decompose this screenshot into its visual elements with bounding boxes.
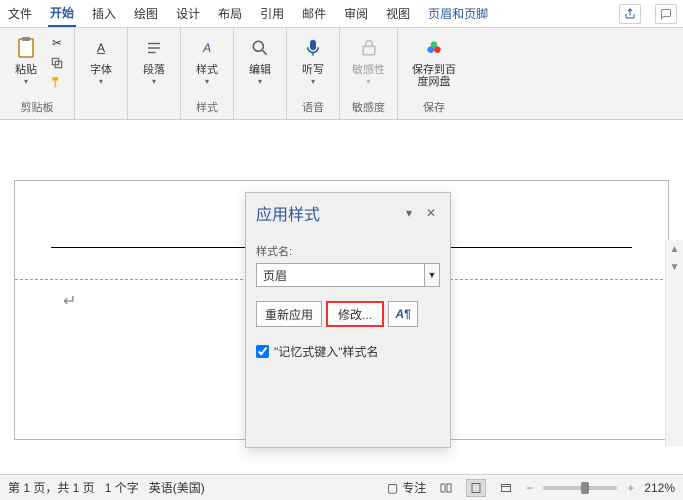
paste-button[interactable]: 粘贴 ▾ <box>8 32 44 88</box>
pane-title: 应用样式 <box>256 201 396 225</box>
autocomplete-checkbox[interactable] <box>256 345 269 358</box>
group-font: A 字体 ▾ <box>75 28 128 119</box>
group-sensitivity: 敏感性 ▾ 敏感度 <box>340 28 398 119</box>
style-name-dropdown[interactable]: ▼ <box>425 263 440 287</box>
tab-home[interactable]: 开始 <box>48 0 76 27</box>
zoom-in-button[interactable]: + <box>627 481 634 495</box>
apply-styles-pane: 应用样式 ▾ ✕ 样式名: ▼ 重新应用 修改... A¶ "记忆式键入"样式名 <box>245 192 451 448</box>
reapply-button[interactable]: 重新应用 <box>256 301 322 327</box>
modify-button[interactable]: 修改... <box>326 301 384 327</box>
status-bar: 第 1 页，共 1 页 1 个字 英语(美国) ▢专注 − + 212% <box>0 474 683 500</box>
tab-design[interactable]: 设计 <box>174 1 202 26</box>
tab-review[interactable]: 审阅 <box>342 1 370 26</box>
web-layout-button[interactable] <box>496 479 516 497</box>
paragraph-icon <box>140 34 168 62</box>
tab-mailings[interactable]: 邮件 <box>300 1 328 26</box>
zoom-out-button[interactable]: − <box>526 481 533 495</box>
word-count[interactable]: 1 个字 <box>105 479 139 496</box>
tab-header-footer[interactable]: 页眉和页脚 <box>426 1 490 26</box>
focus-icon: ▢ <box>387 481 398 495</box>
copy-button[interactable] <box>48 54 66 72</box>
clipboard-icon <box>12 34 40 62</box>
share-button[interactable] <box>619 4 641 24</box>
language-status[interactable]: 英语(美国) <box>149 479 205 496</box>
comments-button[interactable] <box>655 4 677 24</box>
autocomplete-label: "记忆式键入"样式名 <box>274 343 379 360</box>
chevron-down-icon: ▾ <box>24 77 28 86</box>
scroll-down-button[interactable]: ▼ <box>666 258 683 276</box>
styles-pane-button[interactable]: A¶ <box>388 301 418 327</box>
pane-options-button[interactable]: ▾ <box>400 204 418 222</box>
paragraph-mark: ↵ <box>63 291 76 311</box>
cut-button[interactable]: ✂ <box>48 34 66 52</box>
menu-bar: 文件 开始 插入 绘图 设计 布局 引用 邮件 审阅 视图 页眉和页脚 <box>0 0 683 28</box>
search-icon <box>246 34 274 62</box>
tab-references[interactable]: 引用 <box>258 1 286 26</box>
sensitivity-icon <box>355 34 383 62</box>
microphone-icon <box>299 34 327 62</box>
group-paragraph: 段落 ▾ <box>128 28 181 119</box>
dictate-button[interactable]: 听写 ▾ <box>295 32 331 88</box>
baidu-cloud-icon <box>420 34 448 62</box>
tab-insert[interactable]: 插入 <box>90 1 118 26</box>
zoom-level[interactable]: 212% <box>644 481 675 495</box>
style-name-label: 样式名: <box>256 243 440 259</box>
style-name-input[interactable] <box>256 263 425 287</box>
save-baidu-button[interactable]: 保存到百度网盘 <box>406 32 462 90</box>
tab-file[interactable]: 文件 <box>6 1 34 26</box>
page-count[interactable]: 第 1 页，共 1 页 <box>8 479 95 496</box>
read-mode-button[interactable] <box>436 479 456 497</box>
tab-view[interactable]: 视图 <box>384 1 412 26</box>
group-voice: 听写 ▾ 语音 <box>287 28 340 119</box>
vertical-scrollbar[interactable]: ▲ ▼ <box>665 240 683 446</box>
paragraph-button[interactable]: 段落 ▾ <box>136 32 172 88</box>
tab-draw[interactable]: 绘图 <box>132 1 160 26</box>
styles-button[interactable]: A 样式 ▾ <box>189 32 225 88</box>
document-area: ↵ 应用样式 ▾ ✕ 样式名: ▼ 重新应用 修改... A¶ "记忆式键入"样… <box>0 120 683 472</box>
ribbon: 粘贴 ▾ ✂ 剪贴板 A 字体 ▾ 段落 ▾ <box>0 28 683 120</box>
styles-icon: A <box>193 34 221 62</box>
focus-mode-button[interactable]: ▢专注 <box>387 479 426 496</box>
print-layout-button[interactable] <box>466 479 486 497</box>
group-label: 剪贴板 <box>21 99 54 117</box>
pane-close-button[interactable]: ✕ <box>422 204 440 222</box>
format-painter-button[interactable] <box>48 74 66 92</box>
group-clipboard: 粘贴 ▾ ✂ 剪贴板 <box>0 28 75 119</box>
editing-button[interactable]: 编辑 ▾ <box>242 32 278 88</box>
tab-layout[interactable]: 布局 <box>216 1 244 26</box>
group-save: 保存到百度网盘 保存 <box>398 28 470 119</box>
font-icon: A <box>87 34 115 62</box>
font-button[interactable]: A 字体 ▾ <box>83 32 119 88</box>
group-styles: A 样式 ▾ 样式 <box>181 28 234 119</box>
zoom-slider[interactable] <box>543 486 617 490</box>
autocomplete-checkbox-row[interactable]: "记忆式键入"样式名 <box>256 343 440 360</box>
group-editing: 编辑 ▾ <box>234 28 287 119</box>
sensitivity-button[interactable]: 敏感性 ▾ <box>348 32 389 88</box>
scroll-up-button[interactable]: ▲ <box>666 240 683 258</box>
